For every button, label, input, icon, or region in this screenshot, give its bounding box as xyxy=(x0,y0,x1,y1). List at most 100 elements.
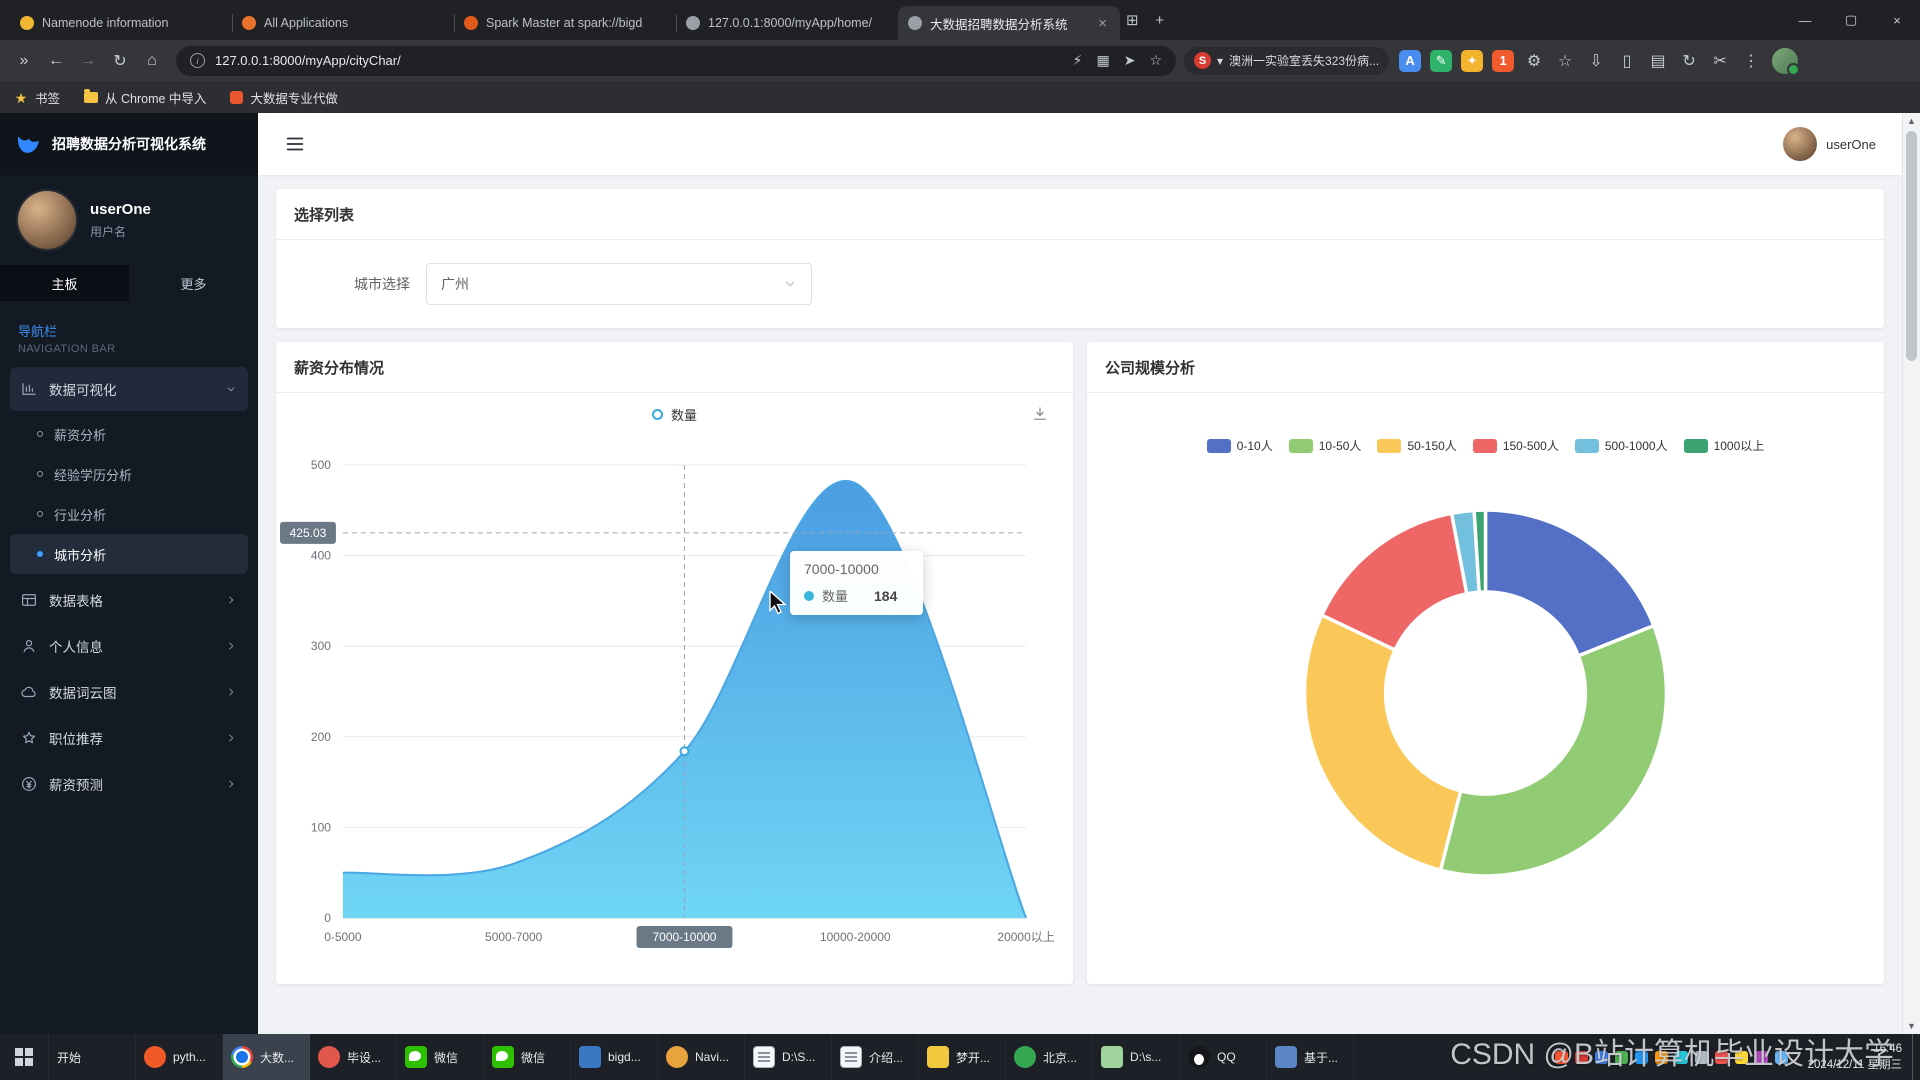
reader-mode-icon[interactable]: ▦ xyxy=(1096,52,1109,69)
downloads-icon[interactable]: ⇩ xyxy=(1585,50,1607,72)
sidebar-tab-主板[interactable]: 主板 xyxy=(0,265,129,301)
company-scale-donut-chart[interactable] xyxy=(1087,393,1884,975)
sidebar-subitem-城市分析[interactable]: 城市分析 xyxy=(10,534,248,574)
city-select[interactable]: 广州 xyxy=(426,263,812,305)
url-text[interactable]: 127.0.0.1:8000/myApp/cityChar/ xyxy=(215,53,1073,68)
home-button[interactable]: ⌂ xyxy=(136,45,168,77)
tab-layout-icon[interactable]: ⊞ xyxy=(1126,11,1139,29)
collapse-sidebar-button[interactable] xyxy=(284,133,306,155)
reload-button[interactable]: ↻ xyxy=(104,45,136,77)
taskbar-item-Navi...[interactable]: Navi... xyxy=(658,1034,745,1080)
donut-slice-50-150人[interactable] xyxy=(1305,615,1461,870)
taskbar-item-介绍...[interactable]: 介绍... xyxy=(832,1034,919,1080)
sidebar-user-avatar[interactable] xyxy=(18,191,76,249)
scissors-icon[interactable]: ✂ xyxy=(1709,50,1731,72)
browser-tab[interactable]: Namenode information xyxy=(10,6,232,40)
shield-tray-icon[interactable] xyxy=(1595,1051,1608,1064)
bookmark-item[interactable]: ★书签 xyxy=(14,88,60,107)
sidebar-subitem-行业分析[interactable]: 行业分析 xyxy=(10,494,248,534)
browser-tab[interactable]: All Applications xyxy=(232,6,454,40)
blue-tray-icon[interactable] xyxy=(1635,1051,1648,1064)
history-icon[interactable]: ↻ xyxy=(1678,50,1700,72)
header-user-avatar[interactable] xyxy=(1783,127,1817,161)
sidebar-item-个人信息[interactable]: 个人信息 xyxy=(10,624,248,668)
adblock-ext-icon[interactable]: 1 xyxy=(1492,50,1514,72)
window-minimize-button[interactable]: — xyxy=(1782,0,1828,40)
pie-legend-item-150-500人[interactable]: 150-500人 xyxy=(1473,437,1559,454)
notes-ext-icon[interactable]: ✎ xyxy=(1430,50,1452,72)
taskbar-item-pyth...[interactable]: pyth... xyxy=(136,1034,223,1080)
taskbar-start-label[interactable]: 开始 xyxy=(49,1034,136,1080)
pie-legend-item-0-10人[interactable]: 0-10人 xyxy=(1207,437,1273,454)
taskbar-item-基于...[interactable]: 基于... xyxy=(1267,1034,1354,1080)
taskbar-item-D:\S...[interactable]: D:\S... xyxy=(745,1034,832,1080)
green-tray-icon[interactable] xyxy=(1615,1051,1628,1064)
header-user[interactable]: userOne xyxy=(1783,127,1876,161)
translate-icon[interactable]: A xyxy=(1399,50,1421,72)
browser-tab[interactable]: Spark Master at spark://bigd xyxy=(454,6,676,40)
page-scrollbar[interactable]: ▲ ▼ xyxy=(1902,113,1920,1034)
device-icon[interactable]: ▯ xyxy=(1616,50,1638,72)
show-desktop-button[interactable] xyxy=(1912,1034,1920,1080)
orange-tray-icon[interactable] xyxy=(1655,1051,1668,1064)
start-button[interactable] xyxy=(0,1034,49,1080)
extension-notification-pill[interactable]: S ▾ 澳洲一实验室丢失323份病... xyxy=(1184,47,1389,75)
forward-button[interactable]: → xyxy=(72,45,104,77)
back-button[interactable]: ← xyxy=(40,45,72,77)
toolbar-overflow-icon[interactable]: » xyxy=(8,45,40,77)
address-bar[interactable]: i 127.0.0.1:8000/myApp/cityChar/ ⚡▦➤☆ xyxy=(176,46,1176,76)
tab-cards-icon[interactable]: ▤ xyxy=(1647,50,1669,72)
site-info-icon[interactable]: i xyxy=(190,53,205,68)
sidebar-item-薪资预测[interactable]: 薪资预测 xyxy=(10,762,248,806)
donut-slice-10-50人[interactable] xyxy=(1440,626,1666,876)
taskbar-item-梦开...[interactable]: 梦开... xyxy=(919,1034,1006,1080)
sidebar-subitem-经验学历分析[interactable]: 经验学历分析 xyxy=(10,454,248,494)
taskbar-item-微信[interactable]: 微信 xyxy=(484,1034,571,1080)
salary-chart-legend[interactable]: 数量 xyxy=(276,405,1073,424)
browser-tab[interactable]: 127.0.0.1:8000/myApp/home/ xyxy=(676,6,898,40)
teal-tray-icon[interactable] xyxy=(1675,1051,1688,1064)
purple-tray-icon[interactable] xyxy=(1755,1051,1768,1064)
sidebar-subitem-薪资分析[interactable]: 薪资分析 xyxy=(10,414,248,454)
sparkle-ext-icon[interactable]: ✦ xyxy=(1461,50,1483,72)
sidebar-item-数据可视化[interactable]: 数据可视化 xyxy=(10,367,248,411)
cloud-tray-icon[interactable] xyxy=(1775,1051,1788,1064)
taskbar-item-bigd...[interactable]: bigd... xyxy=(571,1034,658,1080)
scrollbar-up-icon[interactable]: ▲ xyxy=(1907,113,1916,129)
yellow-tray-icon[interactable] xyxy=(1735,1051,1748,1064)
browser-profile-avatar[interactable] xyxy=(1772,48,1798,74)
browser-tab[interactable]: 大数据招聘数据分析系统× xyxy=(898,6,1120,40)
download-chart-icon[interactable] xyxy=(1031,405,1049,423)
taskbar-item-北京...[interactable]: 北京... xyxy=(1006,1034,1093,1080)
scrollbar-thumb[interactable] xyxy=(1906,131,1917,361)
window-close-button[interactable]: × xyxy=(1874,0,1920,40)
music-tray-icon[interactable] xyxy=(1575,1051,1588,1064)
pie-legend-item-500-1000人[interactable]: 500-1000人 xyxy=(1575,437,1668,454)
red-tray-icon[interactable] xyxy=(1715,1051,1728,1064)
puzzle-icon[interactable]: ⚙ xyxy=(1523,50,1545,72)
share-icon[interactable]: ➤ xyxy=(1124,52,1136,69)
taskbar-clock[interactable]: 16:46 2024/12/11 星期三 xyxy=(1798,1034,1912,1080)
tab-close-icon[interactable]: × xyxy=(1095,15,1110,32)
sidebar-item-职位推荐[interactable]: 职位推荐 xyxy=(10,716,248,760)
window-maximize-button[interactable]: ▢ xyxy=(1828,0,1874,40)
sidebar-item-数据表格[interactable]: 数据表格 xyxy=(10,578,248,622)
taskbar-item-QQ[interactable]: QQ xyxy=(1180,1034,1267,1080)
extension-caret-icon[interactable]: ▾ xyxy=(1217,54,1223,68)
taskbar-item-微信[interactable]: 微信 xyxy=(397,1034,484,1080)
pie-legend-item-10-50人[interactable]: 10-50人 xyxy=(1289,437,1362,454)
pie-legend-item-1000以上[interactable]: 1000以上 xyxy=(1684,437,1765,454)
bookmark-star-icon[interactable]: ☆ xyxy=(1149,52,1162,69)
salary-area-chart[interactable]: 0100200300400500425.030-50005000-7000700… xyxy=(276,433,1073,975)
pie-legend-item-50-150人[interactable]: 50-150人 xyxy=(1377,437,1456,454)
taskbar-item-大数...[interactable]: 大数... xyxy=(223,1034,310,1080)
bookmark-item[interactable]: 从 Chrome 中导入 xyxy=(84,88,206,107)
new-tab-button[interactable]: + xyxy=(1147,7,1173,33)
browser-menu-icon[interactable]: ⋮ xyxy=(1740,50,1762,72)
csdn-tray-icon[interactable] xyxy=(1555,1051,1568,1064)
sidebar-tab-更多[interactable]: 更多 xyxy=(129,265,258,301)
star-ext-icon[interactable]: ☆ xyxy=(1554,50,1576,72)
gray-tray-icon[interactable] xyxy=(1695,1051,1708,1064)
bookmark-item[interactable]: 大数据专业代做 xyxy=(230,88,338,107)
sidebar-item-数据词云图[interactable]: 数据词云图 xyxy=(10,670,248,714)
